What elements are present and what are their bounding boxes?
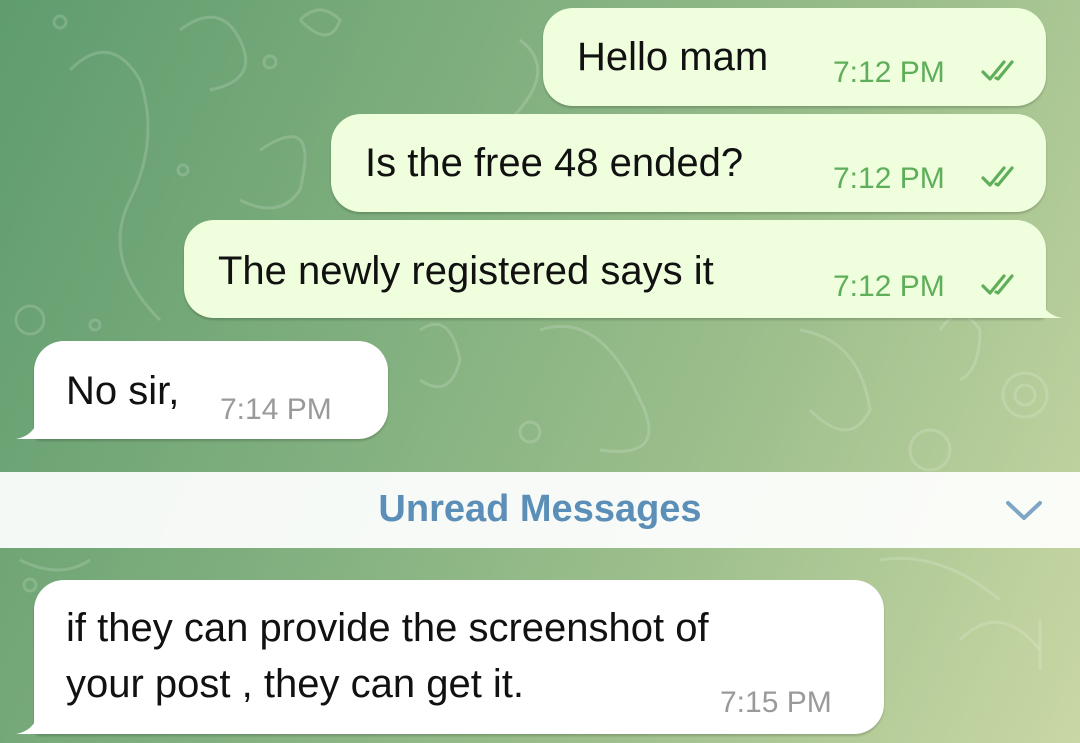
double-check-icon (981, 166, 1014, 187)
double-check-icon (981, 274, 1014, 295)
unread-messages-label: Unread Messages (378, 488, 702, 530)
message-time: 7:12 PM (833, 162, 945, 195)
message-time: 7:12 PM (833, 56, 945, 89)
outgoing-message[interactable]: Is the free 48 ended? 7:12 PM (331, 114, 1046, 212)
message-text: The newly registered says it (218, 249, 714, 293)
outgoing-message[interactable]: The newly registered says it 7:12 PM (184, 220, 1062, 318)
incoming-message[interactable]: if they can provide the screenshot of yo… (16, 580, 884, 734)
message-text: No sir, (66, 369, 180, 413)
bubble-tail (16, 704, 40, 734)
message-time: 7:14 PM (220, 393, 332, 426)
unread-messages-divider: Unread Messages (0, 472, 1080, 548)
incoming-message[interactable]: No sir, 7:14 PM (16, 341, 388, 439)
message-time: 7:12 PM (833, 270, 945, 303)
message-text: Hello mam (577, 35, 769, 79)
outgoing-message[interactable]: Hello mam 7:12 PM (543, 8, 1046, 106)
double-check-icon (981, 60, 1014, 81)
message-text-line-1: if they can provide the screenshot of (66, 606, 709, 650)
message-text-line-2: your post , they can get it. (66, 662, 525, 706)
message-text: Is the free 48 ended? (365, 141, 744, 185)
message-time: 7:15 PM (720, 686, 832, 719)
chevron-down-icon[interactable] (1004, 498, 1044, 524)
bubble-tail (1038, 288, 1062, 318)
bubble-tail (16, 409, 40, 439)
